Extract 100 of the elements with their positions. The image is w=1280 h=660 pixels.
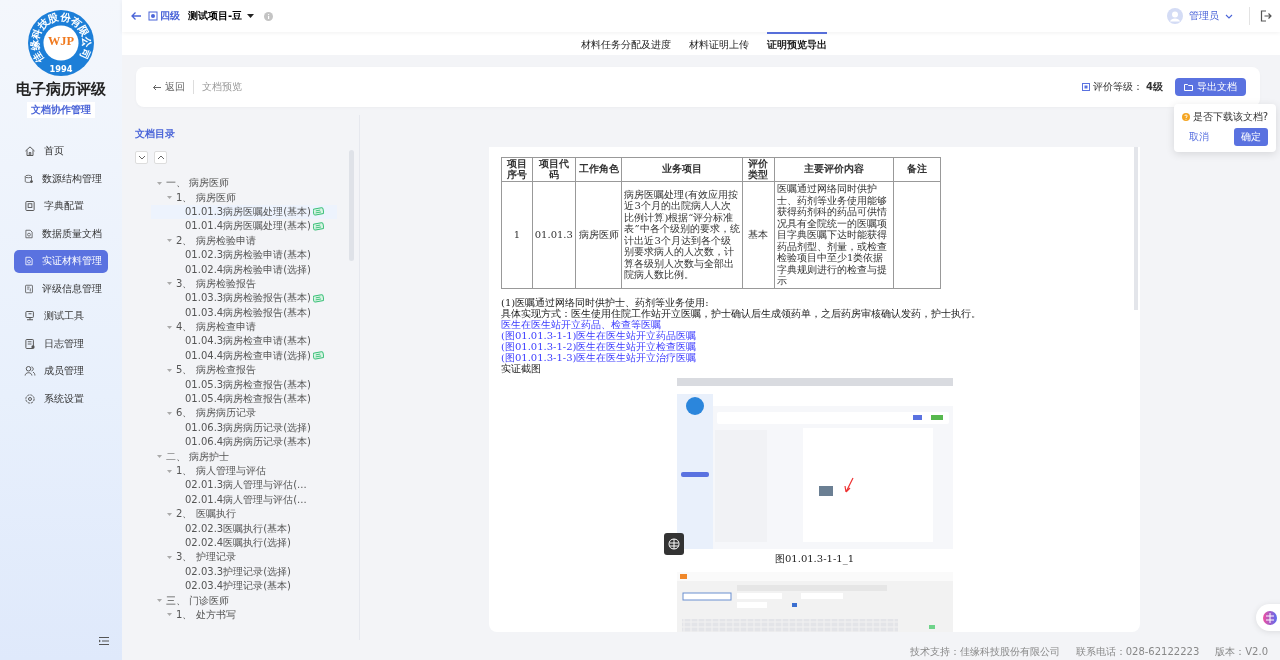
back-arrow-icon[interactable]: [130, 10, 142, 22]
chevron-down-icon: [137, 155, 146, 160]
footer-text: 技术支持：佳缘科技股份有限公司: [909, 645, 1060, 659]
tree-item[interactable]: 01.01.4病房医嘱处理(基本): [151, 219, 337, 234]
logo: 佳缘科技股份有限公司 WJP 1994: [28, 10, 94, 76]
image-tool-button[interactable]: [664, 533, 684, 555]
app-subtitle: 文档协作管理: [27, 102, 95, 118]
tree-node[interactable]: 5、 病房检查报告: [137, 363, 359, 378]
tree-node[interactable]: 6、 病房病历记录: [137, 406, 359, 421]
caret-icon[interactable]: [167, 196, 172, 200]
project-dropdown[interactable]: 测试项目-豆: [188, 9, 255, 23]
tree-item[interactable]: 02.03.4护理记录(基本): [151, 578, 337, 594]
tree-item[interactable]: 02.03.3护理记录(选择): [151, 564, 337, 579]
tree-item[interactable]: 01.02.4病房检验申请(选择): [151, 262, 337, 277]
collapse-all-button[interactable]: [154, 151, 167, 164]
tree-item[interactable]: 01.02.3病房检验申请(基本): [151, 247, 337, 263]
tab[interactable]: 材料证明上传: [688, 32, 749, 55]
nav-item[interactable]: 评级信息管理: [14, 277, 108, 300]
caret-icon[interactable]: [167, 368, 172, 372]
nav-item[interactable]: 测试工具: [14, 305, 108, 328]
tree-node[interactable]: 1、 处方书写: [137, 607, 359, 623]
tree-item[interactable]: 01.04.3病房检查申请(基本): [151, 334, 337, 349]
tree-item[interactable]: 01.03.4病房检验报告(基本): [151, 305, 337, 320]
tree-item[interactable]: 02.02.4医嘱执行(选择): [151, 535, 337, 551]
link[interactable]: 医生在医生站开立药品、检查等医嘱: [501, 318, 1140, 330]
confirm-button[interactable]: 确定: [1234, 128, 1268, 146]
caret-icon[interactable]: [167, 325, 172, 329]
tree-item[interactable]: 02.01.3病人管理与评估(...: [151, 478, 337, 493]
caret-icon[interactable]: [167, 411, 172, 415]
column-header: 主要评价内容: [774, 157, 894, 182]
table-cell: 病房医师: [575, 181, 622, 288]
book-icon: [24, 200, 36, 213]
table-cell: 01.01.3: [532, 181, 576, 288]
tree-item[interactable]: 01.05.3病房检查报告(基本): [151, 377, 337, 392]
collapse-menu-icon[interactable]: [98, 636, 110, 646]
tab[interactable]: 材料任务分配及进度: [580, 32, 671, 55]
caret-icon[interactable]: [157, 181, 162, 185]
tree-item[interactable]: 01.05.4病房检查报告(基本): [151, 391, 337, 407]
tree-node[interactable]: 二、 病房护士: [137, 449, 359, 464]
caret-icon[interactable]: [167, 282, 172, 286]
caret-icon[interactable]: [157, 599, 162, 602]
chevron-down-icon: [1225, 13, 1233, 19]
settings-icon: [24, 392, 36, 405]
logout-icon[interactable]: [1260, 10, 1272, 22]
link[interactable]: (图01.01.3-1-2)医生在医生站开立检查医嘱: [501, 340, 1140, 352]
tree-node[interactable]: 1、 病人管理与评估: [137, 463, 359, 479]
export-button[interactable]: 导出文档: [1175, 78, 1246, 96]
log-icon: [24, 337, 36, 350]
avatar-icon: [1167, 8, 1183, 24]
tree-item[interactable]: 02.02.3医嘱执行(基本): [151, 521, 337, 536]
back-button[interactable]: 返回: [152, 80, 185, 94]
text-line: (1)医嘱通过网络同时供护士、药剂等业务使用:: [501, 296, 710, 308]
tree-item[interactable]: 02.01.4病人管理与评估(...: [151, 492, 337, 507]
tree-item[interactable]: 01.03.3病房检验报告(基本): [151, 291, 337, 306]
nav-item[interactable]: 字典配置: [14, 195, 108, 218]
nav-item[interactable]: 成员管理: [14, 360, 108, 383]
user-menu[interactable]: 管理员: [1161, 7, 1239, 25]
expand-all-button[interactable]: [135, 151, 148, 164]
link[interactable]: (图01.01.3-1-1)医生在医生站开立药品医嘱: [501, 329, 1140, 341]
figure-caption: 图01.01.3-1-1_1: [775, 551, 854, 566]
tree-item[interactable]: 01.04.4病房检查申请(选择): [151, 348, 337, 364]
caret-icon[interactable]: [167, 469, 172, 473]
nav-item[interactable]: 首页: [14, 140, 108, 163]
tab[interactable]: 证明预览导出: [766, 32, 827, 55]
tree-item[interactable]: 01.01.3病房医嘱处理(基本): [151, 204, 337, 220]
tree-node[interactable]: 三、 门诊医师: [137, 593, 359, 608]
caret-icon[interactable]: [157, 455, 162, 459]
table-cell: 1: [501, 181, 533, 288]
nav-item[interactable]: 数源结构管理: [14, 167, 108, 190]
document-icon: [24, 282, 34, 295]
column-header: 项目序号: [501, 157, 533, 182]
caret-icon[interactable]: [167, 555, 172, 559]
caret-icon[interactable]: [167, 613, 172, 617]
tree-node[interactable]: 一、 病房医师: [137, 176, 359, 191]
table-cell: 医嘱通过网络同时供护士、药剂等业务使用能够获得药剂科的药品可供情况具有全院统一的医嘱项目字典医嘱下达时能获得药品剂型、剂量，或检查检验项目中至少1类依据字典规则进行的检查与提示: [774, 181, 894, 288]
column-header: 备注: [893, 157, 941, 182]
nav-item[interactable]: 日志管理: [14, 332, 108, 355]
table-cell: 病房医嘱处理(有效应用按近3个月的出院病人人次比例计算)根据“评分标准表”中各个级别的要求，统计出近3个月达到各个级别要求病人的人次数，计算各级别人次数与全部出院病人数比例。: [621, 181, 742, 288]
back-arrow-icon: [152, 82, 162, 92]
chevron-up-icon: [156, 155, 165, 160]
caret-icon[interactable]: [167, 512, 172, 516]
tree-node[interactable]: 1、 病房医师: [137, 190, 359, 205]
tree-node[interactable]: 4、 病房检查申请: [137, 319, 359, 335]
column-header: 工作角色: [575, 157, 622, 182]
catalog-title: 文档目录: [135, 127, 176, 141]
caret-icon[interactable]: [167, 239, 172, 243]
tree-node[interactable]: 3、 病房检验报告: [137, 276, 359, 292]
link[interactable]: (图01.01.3-1-3)医生在医生站开立治疗医嘱: [501, 351, 1140, 363]
nav-item[interactable]: 数据质量文档: [14, 222, 108, 245]
nav-item[interactable]: 实证材料管理: [14, 250, 108, 273]
tree-node[interactable]: 3、 护理记录: [137, 550, 359, 565]
monitor-icon: [24, 310, 36, 323]
info-icon[interactable]: [264, 11, 274, 21]
question-icon: [1181, 113, 1190, 121]
tree-node[interactable]: 2、 病房检验申请: [137, 233, 359, 248]
cancel-button[interactable]: 取消: [1181, 130, 1216, 144]
tree-item[interactable]: 01.06.4病房病历记录(基本): [151, 435, 337, 450]
nav-item[interactable]: 系统设置: [14, 387, 108, 410]
tree-item[interactable]: 01.06.3病房病历记录(选择): [151, 420, 337, 436]
tree-node[interactable]: 2、 医嘱执行: [137, 507, 359, 522]
